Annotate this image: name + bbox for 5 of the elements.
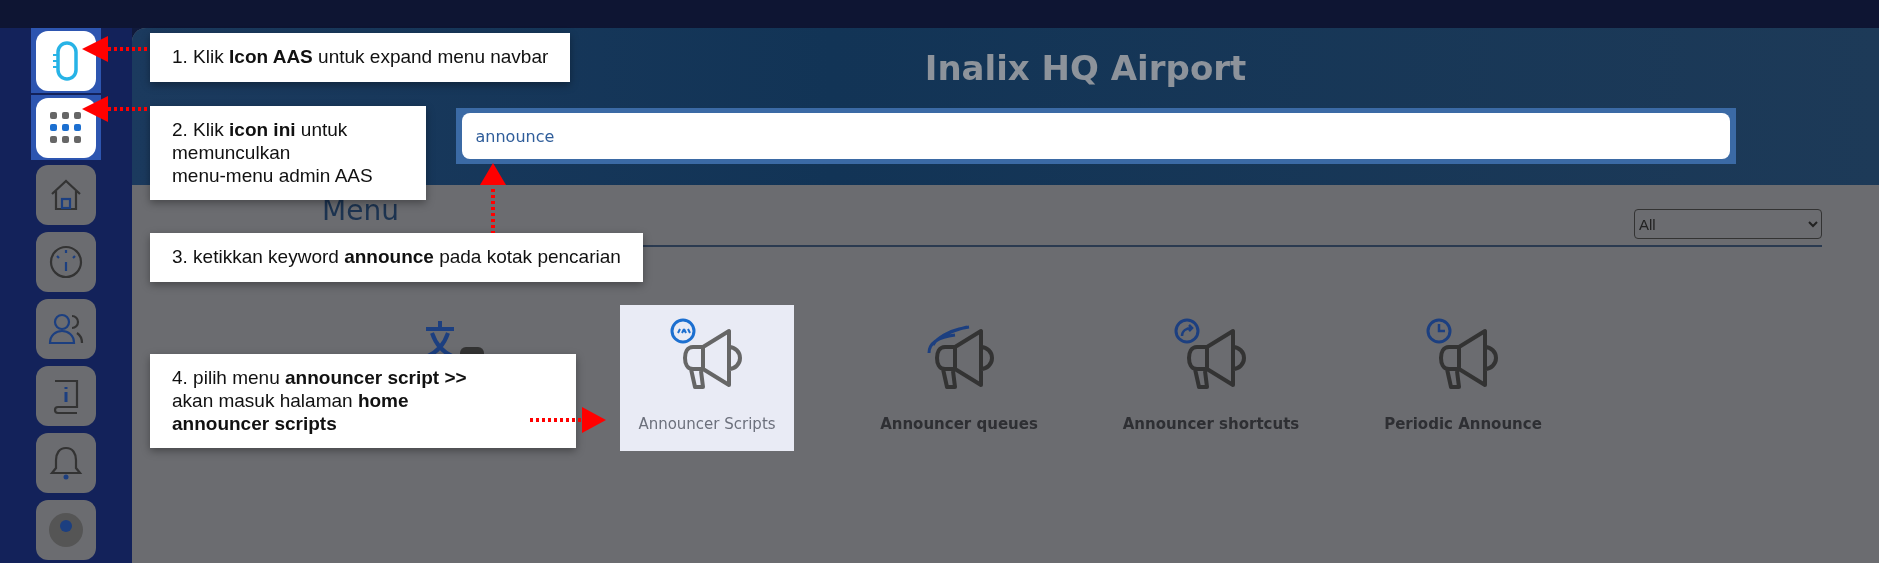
instruction-tooltip: 2. Klik icon ini untuk memunculkan menu-menu admin AAS	[150, 106, 426, 201]
instruction-tooltip: 3. ketikkan keyword announce pada kotak pencarian	[150, 233, 643, 282]
instruction-tooltip: 4. pilih menu announcer script >> akan masuk halaman home announcer scripts	[150, 354, 576, 449]
page-title: Inalix HQ Airport	[924, 48, 1247, 88]
instruction-tooltip: 1. Klik Icon AAS untuk expand menu navbar	[150, 33, 571, 82]
